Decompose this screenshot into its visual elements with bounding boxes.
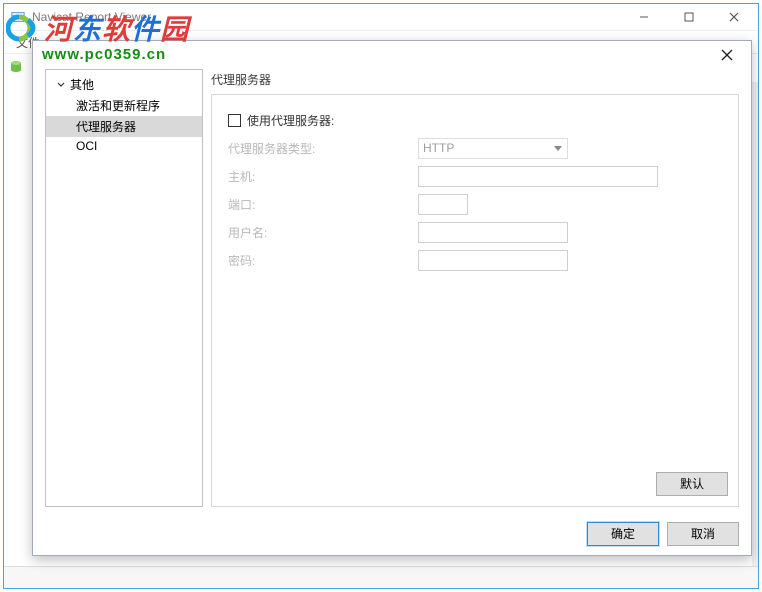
- right-panel-edge: [752, 82, 758, 566]
- pass-label: 密码:: [228, 252, 418, 269]
- dialog-close-button[interactable]: [709, 43, 745, 67]
- cancel-button[interactable]: 取消: [667, 522, 739, 546]
- row-pass: 密码:: [228, 247, 722, 273]
- port-input[interactable]: [418, 194, 468, 215]
- sidebar-item-2[interactable]: OCI: [46, 137, 202, 155]
- maximize-button[interactable]: [666, 4, 711, 31]
- database-icon[interactable]: [8, 59, 24, 75]
- ok-button[interactable]: 确定: [587, 522, 659, 546]
- tree-group-other: 其他 激活和更新程序代理服务器OCI: [46, 74, 202, 155]
- dialog-titlebar: [33, 41, 751, 69]
- sidebar-item-1[interactable]: 代理服务器: [46, 116, 202, 137]
- row-proxy-type: 代理服务器类型: HTTP: [228, 135, 722, 161]
- main-titlebar: Navicat Report Viewer: [4, 4, 758, 31]
- tree-group-label: 其他: [70, 76, 94, 93]
- defaults-button[interactable]: 默认: [656, 472, 728, 496]
- use-proxy-checkbox[interactable]: [228, 114, 241, 127]
- user-label: 用户名:: [228, 224, 418, 241]
- use-proxy-label: 使用代理服务器:: [247, 112, 334, 129]
- port-label: 端口:: [228, 196, 418, 213]
- row-use-proxy: 使用代理服务器:: [228, 107, 722, 133]
- row-host: 主机:: [228, 163, 722, 189]
- pass-input[interactable]: [418, 250, 568, 271]
- row-user: 用户名:: [228, 219, 722, 245]
- tree-group-header[interactable]: 其他: [46, 74, 202, 95]
- user-input[interactable]: [418, 222, 568, 243]
- status-bar: [4, 566, 758, 588]
- row-port: 端口:: [228, 191, 722, 217]
- host-label: 主机:: [228, 168, 418, 185]
- options-sidebar: 其他 激活和更新程序代理服务器OCI: [45, 69, 203, 507]
- options-content: 代理服务器 使用代理服务器: 代理服务器类型: HTTP 主机:: [211, 69, 739, 507]
- options-panel: 使用代理服务器: 代理服务器类型: HTTP 主机: 端口:: [211, 94, 739, 507]
- window-buttons: [621, 4, 756, 31]
- sidebar-item-0[interactable]: 激活和更新程序: [46, 95, 202, 116]
- options-dialog: 其他 激活和更新程序代理服务器OCI 代理服务器 使用代理服务器: 代理服务器类…: [32, 40, 752, 556]
- app-icon: [10, 9, 26, 25]
- close-button[interactable]: [711, 4, 756, 31]
- main-title: Navicat Report Viewer: [32, 10, 621, 24]
- minimize-button[interactable]: [621, 4, 666, 31]
- chevron-down-icon: [56, 80, 66, 90]
- dialog-footer: 确定 取消: [33, 513, 751, 555]
- proxy-type-select[interactable]: HTTP: [418, 138, 568, 159]
- proxy-type-label: 代理服务器类型:: [228, 140, 418, 157]
- host-input[interactable]: [418, 166, 658, 187]
- section-title: 代理服务器: [211, 69, 739, 94]
